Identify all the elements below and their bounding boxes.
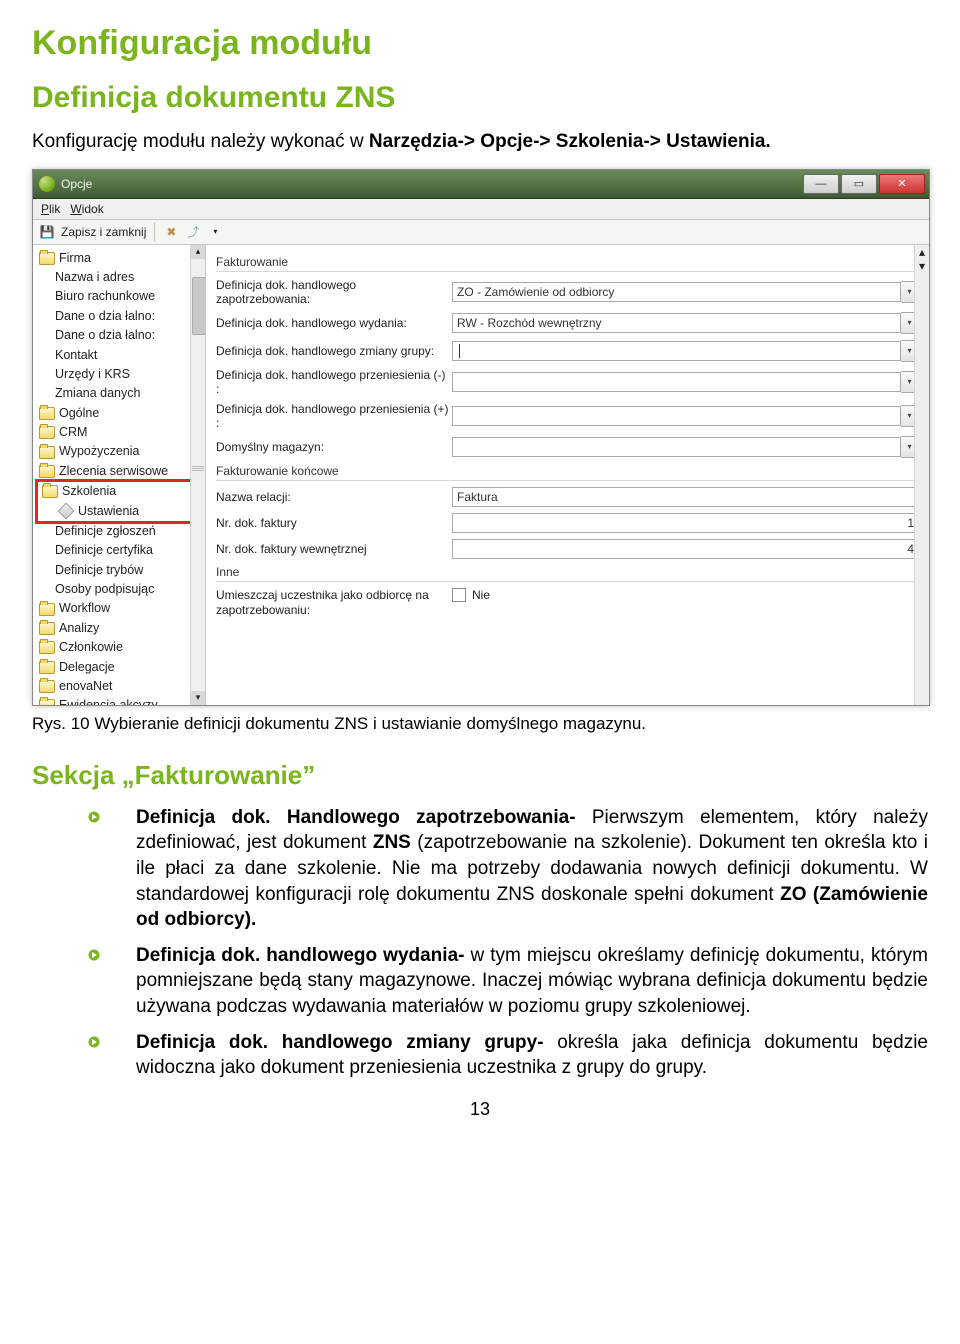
combo-przeniesienie-plus[interactable] bbox=[452, 406, 901, 426]
label: Nr. dok. faktury bbox=[216, 516, 452, 530]
dropdown-arrow-icon[interactable]: ▾ bbox=[207, 224, 223, 240]
tree-node-szkolenia[interactable]: Szkolenia bbox=[38, 482, 202, 501]
tree-leaf[interactable]: Osoby podpisując bbox=[35, 580, 205, 599]
input-nazwa-relacji[interactable]: Faktura bbox=[452, 487, 919, 507]
section-fakt-koncowe: Fakturowanie końcowe bbox=[216, 464, 919, 481]
scroll-up-icon[interactable]: ▴ bbox=[191, 245, 205, 259]
app-icon bbox=[39, 176, 55, 192]
tree-node-workflow[interactable]: Workflow bbox=[35, 599, 205, 618]
figure-caption: Rys. 10 Wybieranie definicji dokumentu Z… bbox=[32, 714, 928, 734]
scroll-up-icon[interactable]: ▴ bbox=[919, 245, 925, 259]
tree-node-ogolne[interactable]: Ogólne bbox=[35, 404, 205, 423]
checkbox-umieszczaj[interactable] bbox=[452, 588, 466, 602]
label: Nr. dok. faktury wewnętrznej bbox=[216, 542, 452, 556]
combo-wydanie[interactable]: RW - Rozchód wewnętrzny bbox=[452, 313, 901, 333]
tree-leaf[interactable]: Definicje trybów bbox=[35, 561, 205, 580]
tool-icon-1[interactable]: ✖ bbox=[163, 224, 179, 240]
tree-leaf[interactable]: Nazwa i adres bbox=[35, 268, 205, 287]
tree-leaf[interactable]: Definicje certyfika bbox=[35, 541, 205, 560]
tree-node-analizy[interactable]: Analizy bbox=[35, 619, 205, 638]
bullet-icon bbox=[88, 949, 100, 961]
tree-leaf[interactable]: Urzędy i KRS bbox=[35, 365, 205, 384]
tree-node-wypozyczenia[interactable]: Wypożyczenia bbox=[35, 442, 205, 461]
label: Definicja dok. handlowego zapotrzebowani… bbox=[216, 278, 452, 306]
label: Definicja dok. handlowego zmiany grupy: bbox=[216, 344, 452, 358]
bullet-item: Definicja dok. handlowego wydania- w tym… bbox=[32, 943, 928, 1020]
form-pane: Fakturowanie Definicja dok. handlowego z… bbox=[206, 245, 929, 705]
tree-node-ewid-akcyzy[interactable]: Ewidencja akcyzy bbox=[35, 696, 205, 704]
app-window: Opcje — ▭ ✕ Plik Widok 💾 Zapisz i zamkni… bbox=[32, 169, 930, 706]
tree-leaf[interactable]: Kontakt bbox=[35, 346, 205, 365]
toolbar: 💾 Zapisz i zamknij ✖ ⤴ ▾ bbox=[33, 220, 929, 245]
combo-przeniesienie-minus[interactable] bbox=[452, 372, 901, 392]
label: Domyślny magazyn: bbox=[216, 440, 452, 454]
tree-leaf[interactable]: Zmiana danych bbox=[35, 384, 205, 403]
window-title: Opcje bbox=[61, 177, 803, 191]
save-close-button[interactable]: Zapisz i zamknij bbox=[61, 225, 146, 239]
scroll-down-icon[interactable]: ▾ bbox=[191, 691, 205, 705]
sidebar-scrollbar[interactable]: ▴ ▾ bbox=[190, 245, 205, 705]
bullet-icon bbox=[88, 1036, 100, 1048]
close-button[interactable]: ✕ bbox=[879, 174, 925, 194]
input-nr-faktury[interactable]: 1 bbox=[452, 513, 919, 533]
label: Umieszczaj uczestnika jako odbiorcę na z… bbox=[216, 588, 452, 619]
tree-node-firma[interactable]: Firma bbox=[35, 249, 205, 268]
tree-sidebar: Firma Nazwa i adres Biuro rachunkowe Dan… bbox=[33, 245, 206, 705]
menubar: Plik Widok bbox=[33, 199, 929, 220]
section-heading-fakturowanie: Sekcja „Fakturowanie” bbox=[32, 760, 928, 791]
tree-node-ustawienia[interactable]: Ustawienia bbox=[38, 502, 202, 521]
combo-magazyn[interactable] bbox=[452, 437, 901, 457]
tree-node-delegacje[interactable]: Delegacje bbox=[35, 658, 205, 677]
input-nr-faktury-wew[interactable]: 4 bbox=[452, 539, 919, 559]
combo-zapotrzebowanie[interactable]: ZO - Zamówienie od odbiorcy bbox=[452, 282, 901, 302]
tree-leaf[interactable]: Dane o dzia łalno: bbox=[35, 307, 205, 326]
menu-plik[interactable]: Plik bbox=[41, 202, 60, 216]
checkbox-label: Nie bbox=[472, 588, 490, 602]
menu-widok[interactable]: Widok bbox=[70, 202, 103, 216]
tree-leaf[interactable]: Dane o dzia łalno: bbox=[35, 326, 205, 345]
form-scrollbar[interactable]: ▴ ▾ bbox=[914, 245, 929, 705]
tree-node-enovanet[interactable]: enovaNet bbox=[35, 677, 205, 696]
tree-leaf[interactable]: Biuro rachunkowe bbox=[35, 287, 205, 306]
intro-paragraph: Konfigurację modułu należy wykonać w Nar… bbox=[32, 129, 928, 155]
section-heading-definicja: Definicja dokumentu ZNS bbox=[32, 81, 928, 115]
tree-leaf[interactable]: Definicje zgłoszeń bbox=[35, 522, 205, 541]
tree-node-czlonkowie[interactable]: Członkowie bbox=[35, 638, 205, 657]
minimize-button[interactable]: — bbox=[803, 174, 839, 194]
tree-node-crm[interactable]: CRM bbox=[35, 423, 205, 442]
highlighted-tree-area: Szkolenia Ustawienia bbox=[35, 479, 205, 524]
section-inne: Inne bbox=[216, 565, 919, 582]
section-fakturowanie: Fakturowanie bbox=[216, 255, 919, 272]
page-title: Konfiguracja modułu bbox=[32, 24, 928, 63]
bullet-item: Definicja dok. Handlowego zapotrzebowani… bbox=[32, 805, 928, 933]
page-number: 13 bbox=[32, 1099, 928, 1120]
maximize-button[interactable]: ▭ bbox=[841, 174, 877, 194]
label: Definicja dok. handlowego wydania: bbox=[216, 316, 452, 330]
combo-zmiana-grupy[interactable] bbox=[452, 341, 901, 361]
scroll-down-icon[interactable]: ▾ bbox=[919, 259, 925, 273]
bullet-item: Definicja dok. handlowego zmiany grupy- … bbox=[32, 1030, 928, 1081]
label: Nazwa relacji: bbox=[216, 490, 452, 504]
diamond-icon bbox=[58, 503, 75, 520]
label: Definicja dok. handlowego przeniesienia … bbox=[216, 402, 452, 430]
save-icon[interactable]: 💾 bbox=[39, 224, 55, 240]
titlebar: Opcje — ▭ ✕ bbox=[33, 170, 929, 199]
tool-icon-2[interactable]: ⤴ bbox=[185, 224, 201, 240]
bullet-icon bbox=[88, 811, 100, 823]
label: Definicja dok. handlowego przeniesienia … bbox=[216, 368, 452, 396]
